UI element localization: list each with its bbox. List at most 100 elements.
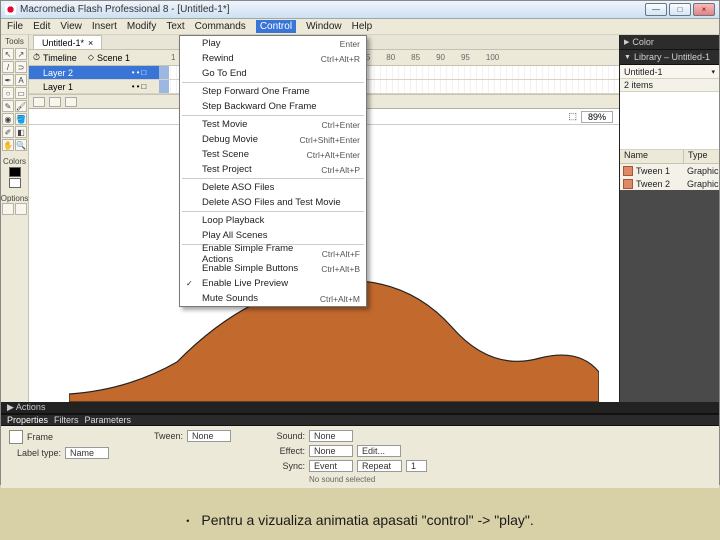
dropper-tool[interactable]: ✐ xyxy=(2,126,14,138)
menu-modify[interactable]: Modify xyxy=(127,21,156,32)
menu-file[interactable]: File xyxy=(7,21,23,32)
library-table: Name Type Tween 1GraphicTween 2Graphic xyxy=(620,150,719,190)
label-type-select[interactable]: Name xyxy=(65,447,109,459)
library-item[interactable]: Tween 1Graphic xyxy=(620,164,719,177)
ink-tool[interactable]: ◉ xyxy=(2,113,14,125)
color-panel-header[interactable]: ▶Color xyxy=(620,35,719,50)
menu-item-test-movie[interactable]: Test MovieCtrl+Enter xyxy=(180,117,366,132)
menu-item-test-project[interactable]: Test ProjectCtrl+Alt+P xyxy=(180,162,366,177)
maximize-button[interactable]: □ xyxy=(669,3,691,16)
slide-caption: •Pentru a vizualiza animatia apasati "co… xyxy=(0,512,720,528)
menubar: File Edit View Insert Modify Text Commands Cont… xyxy=(1,19,719,35)
new-folder-button[interactable] xyxy=(49,97,61,107)
menu-item-loop-playback[interactable]: Loop Playback xyxy=(180,213,366,228)
subselection-tool[interactable]: ↗ xyxy=(15,48,27,60)
lib-col-name[interactable]: Name xyxy=(620,150,684,163)
delete-layer-button[interactable] xyxy=(65,97,77,107)
oval-tool[interactable]: ○ xyxy=(2,87,14,99)
menu-item-step-forward-one-frame[interactable]: Step Forward One Frame xyxy=(180,84,366,99)
menu-item-play-all-scenes[interactable]: Play All Scenes xyxy=(180,228,366,243)
menu-item-enable-live-preview[interactable]: ✓Enable Live Preview xyxy=(180,276,366,291)
menu-item-play[interactable]: PlayEnter xyxy=(180,36,366,51)
option-1[interactable] xyxy=(2,203,14,215)
menu-view[interactable]: View xyxy=(60,21,82,32)
sound-select[interactable]: None xyxy=(309,430,353,442)
menu-control[interactable]: Control xyxy=(256,20,296,33)
timeline-label: Timeline xyxy=(43,53,77,63)
bucket-tool[interactable]: 🪣 xyxy=(15,113,27,125)
menu-item-go-to-end[interactable]: Go To End xyxy=(180,66,366,81)
option-2[interactable] xyxy=(15,203,27,215)
new-layer-button[interactable] xyxy=(33,97,45,107)
pencil-tool[interactable]: ✎ xyxy=(2,100,14,112)
text-tool[interactable]: A xyxy=(15,74,27,86)
chevron-down-icon: ▾ xyxy=(711,68,715,76)
repeat-count[interactable]: 1 xyxy=(406,460,427,472)
stroke-swatch[interactable] xyxy=(9,167,21,177)
library-item[interactable]: Tween 2Graphic xyxy=(620,177,719,190)
sync-select[interactable]: Event xyxy=(309,460,353,472)
menu-item-rewind[interactable]: RewindCtrl+Alt+R xyxy=(180,51,366,66)
menu-commands[interactable]: Commands xyxy=(195,21,246,32)
tools-panel: Tools ↖ ↗ / ⊃ ✒ A ○ ▭ ✎ 🖌 ◉ 🪣 ✐ ◧ ✋ 🔍 Co… xyxy=(1,35,29,402)
frame-icon xyxy=(9,430,23,444)
doc-tab[interactable]: Untitled-1* × xyxy=(33,35,102,49)
rect-tool[interactable]: ▭ xyxy=(15,87,27,99)
menu-help[interactable]: Help xyxy=(352,21,373,32)
prop-tab-parameters[interactable]: Parameters xyxy=(85,415,132,425)
hand-tool[interactable]: ✋ xyxy=(2,139,14,151)
menu-item-enable-simple-buttons[interactable]: Enable Simple ButtonsCtrl+Alt+B xyxy=(180,261,366,276)
menu-item-step-backward-one-frame[interactable]: Step Backward One Frame xyxy=(180,99,366,114)
eraser-tool[interactable]: ◧ xyxy=(15,126,27,138)
menu-item-delete-aso-files[interactable]: Delete ASO Files xyxy=(180,180,366,195)
library-preview xyxy=(620,92,719,150)
tween-select[interactable]: None xyxy=(187,430,231,442)
scene-name: Scene 1 xyxy=(97,53,130,63)
prop-tab-filters[interactable]: Filters xyxy=(54,415,79,425)
scene-crumb[interactable]: ⏱ Timeline ⬦ Scene 1 xyxy=(33,52,163,63)
menu-edit[interactable]: Edit xyxy=(33,21,50,32)
lasso-tool[interactable]: ⊃ xyxy=(15,61,27,73)
line-tool[interactable]: / xyxy=(2,61,14,73)
library-body: Untitled-1 ▾ 2 items Name Type Tween 1Gr… xyxy=(620,65,719,190)
doc-tab-close-icon[interactable]: × xyxy=(88,38,93,48)
flash-window: Macromedia Flash Professional 8 - [Untit… xyxy=(0,0,720,485)
control-menu-dropdown: PlayEnterRewindCtrl+Alt+RGo To End Step F… xyxy=(179,35,367,307)
frame-label: Frame xyxy=(27,432,53,442)
library-doc-select[interactable]: Untitled-1 ▾ xyxy=(620,65,719,79)
timeline-icon: ⏱ xyxy=(33,52,40,63)
lib-col-type[interactable]: Type xyxy=(684,150,719,163)
effect-select[interactable]: None xyxy=(309,445,353,457)
close-button[interactable]: × xyxy=(693,3,715,16)
window-title: Macromedia Flash Professional 8 - [Untit… xyxy=(20,4,230,15)
minimize-button[interactable]: — xyxy=(645,3,667,16)
library-title: Library – Untitled-1 xyxy=(634,52,710,62)
library-count: 2 items xyxy=(620,79,719,92)
prop-tab-properties[interactable]: Properties xyxy=(7,415,48,425)
zoom-select[interactable]: 89% xyxy=(581,111,613,123)
menu-item-test-scene[interactable]: Test SceneCtrl+Alt+Enter xyxy=(180,147,366,162)
menu-insert[interactable]: Insert xyxy=(92,21,117,32)
tool-grid: ↖ ↗ / ⊃ ✒ A ○ ▭ ✎ 🖌 ◉ 🪣 ✐ ◧ ✋ 🔍 xyxy=(2,48,27,151)
menu-item-mute-sounds[interactable]: Mute SoundsCtrl+Alt+M xyxy=(180,291,366,306)
tools-header: Tools xyxy=(5,37,24,46)
menu-item-enable-simple-frame-actions[interactable]: Enable Simple Frame ActionsCtrl+Alt+F xyxy=(180,246,366,261)
colors-header: Colors xyxy=(3,157,26,166)
zoom-tool[interactable]: 🔍 xyxy=(15,139,27,151)
library-panel-header[interactable]: ▼Library – Untitled-1 xyxy=(620,50,719,65)
fill-swatch[interactable] xyxy=(9,178,21,188)
selection-tool[interactable]: ↖ xyxy=(2,48,14,60)
pen-tool[interactable]: ✒ xyxy=(2,74,14,86)
menu-item-debug-movie[interactable]: Debug MovieCtrl+Shift+Enter xyxy=(180,132,366,147)
menu-text[interactable]: Text xyxy=(166,21,184,32)
edit-button[interactable]: Edit... xyxy=(357,445,401,457)
doc-tab-label: Untitled-1* xyxy=(42,38,84,48)
repeat-select[interactable]: Repeat xyxy=(357,460,402,472)
right-panels: ▶Color ▼Library – Untitled-1 Untitled-1 … xyxy=(619,35,719,402)
workspace-icon[interactable]: ⬚ xyxy=(568,111,577,122)
actions-panel-header[interactable]: ▶ Actions xyxy=(1,402,719,414)
menu-item-delete-aso-files-and-test-movie[interactable]: Delete ASO Files and Test Movie xyxy=(180,195,366,210)
properties-tabs: Properties Filters Parameters xyxy=(1,415,719,426)
menu-window[interactable]: Window xyxy=(306,21,342,32)
brush-tool[interactable]: 🖌 xyxy=(15,100,27,112)
